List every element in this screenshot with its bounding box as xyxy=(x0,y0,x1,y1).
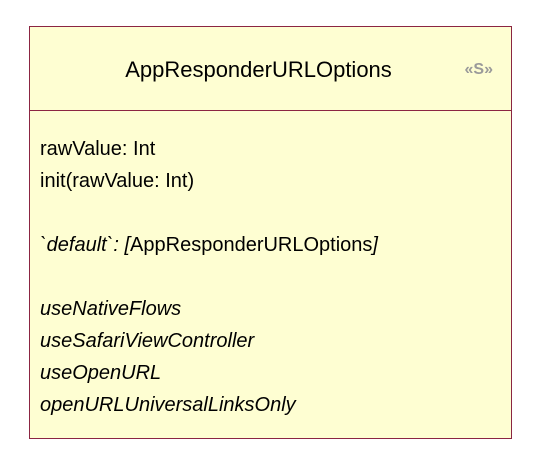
member-default-type-close: ] xyxy=(372,234,378,256)
member-spacer xyxy=(40,197,511,229)
option-open-url-universal-links-only: openURLUniversalLinksOnly xyxy=(40,394,296,416)
option-use-safari-view-controller: useSafariViewController xyxy=(40,330,255,352)
uml-class-box: AppResponderURLOptions «S» rawValue: Int… xyxy=(29,26,512,439)
option-use-native-flows: useNativeFlows xyxy=(40,298,182,320)
member-spacer xyxy=(40,261,511,293)
class-header: AppResponderURLOptions «S» xyxy=(30,27,511,111)
member-default-type: : [AppResponderURLOptions] xyxy=(113,234,378,256)
member-default-name: `default` xyxy=(40,234,114,256)
stereotype-badge: «S» xyxy=(464,61,493,78)
member-default-static: `default`: [AppResponderURLOptions] xyxy=(40,229,511,261)
class-members: rawValue: Int init(rawValue: Int) `defau… xyxy=(30,111,511,421)
option-use-open-url: useOpenURL xyxy=(40,362,162,384)
member-default-type-open: : [ xyxy=(113,234,131,256)
member-rawvalue-property: rawValue: Int xyxy=(40,138,156,160)
member-default-type-name: AppResponderURLOptions xyxy=(130,234,373,256)
member-init-method: init(rawValue: Int) xyxy=(40,170,195,192)
class-name: AppResponderURLOptions xyxy=(125,57,392,82)
